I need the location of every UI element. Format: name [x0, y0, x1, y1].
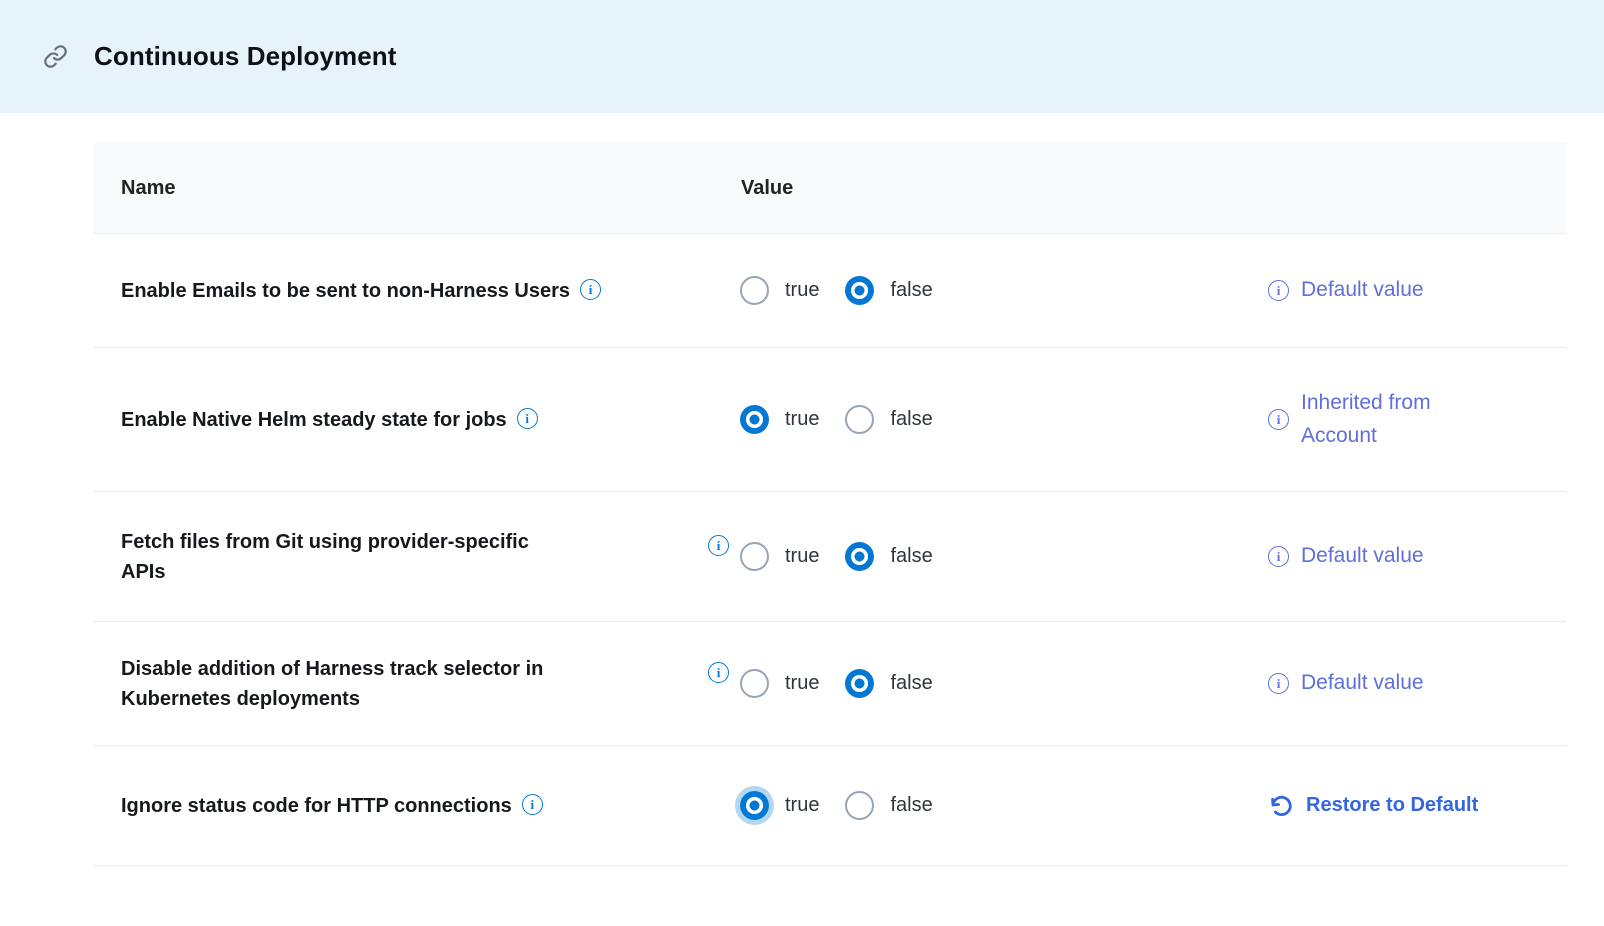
setting-row: Enable Native Helm steady state for jobs… — [93, 347, 1566, 491]
radio-false-label: false — [890, 279, 932, 302]
info-icon[interactable]: i — [522, 794, 543, 815]
radio-true-label: true — [785, 672, 819, 695]
info-icon: i — [1268, 409, 1289, 430]
restore-to-default-button[interactable]: Restore to Default — [1306, 794, 1478, 817]
radio-group: true false — [740, 542, 959, 571]
status-label: Inherited from Account — [1301, 387, 1431, 452]
info-icon: i — [1268, 280, 1289, 301]
radio-circle[interactable] — [740, 791, 769, 820]
radio-false[interactable]: false — [845, 276, 932, 305]
radio-circle[interactable] — [740, 405, 769, 434]
radio-circle[interactable] — [740, 276, 769, 305]
link-icon[interactable] — [42, 44, 68, 70]
radio-false[interactable]: false — [845, 669, 932, 698]
info-icon[interactable]: i — [708, 535, 729, 556]
setting-row: Fetch files from Git using provider-spec… — [93, 491, 1566, 621]
status-label: Default value — [1301, 274, 1424, 307]
settings-page: Continuous Deployment Name Value Enable … — [0, 0, 1604, 926]
setting-label: Enable Native Helm steady state for jobs — [121, 409, 507, 431]
info-icon[interactable]: i — [708, 662, 729, 683]
radio-circle[interactable] — [845, 669, 874, 698]
radio-false-label: false — [890, 672, 932, 695]
section-header: Continuous Deployment — [0, 0, 1604, 113]
setting-row: Disable addition of Harness track select… — [93, 621, 1566, 745]
radio-group: true false — [740, 405, 959, 434]
column-header-value: Value — [708, 177, 1268, 200]
radio-false[interactable]: false — [845, 542, 932, 571]
info-icon[interactable]: i — [517, 408, 538, 429]
radio-true[interactable]: true — [740, 791, 819, 820]
radio-circle[interactable] — [845, 542, 874, 571]
radio-true-label: true — [785, 279, 819, 302]
radio-circle[interactable] — [845, 791, 874, 820]
radio-false[interactable]: false — [845, 405, 932, 434]
page-title: Continuous Deployment — [94, 41, 397, 72]
radio-true[interactable]: true — [740, 405, 819, 434]
setting-row: Enable Emails to be sent to non-Harness … — [93, 233, 1566, 347]
radio-group: true false — [740, 669, 959, 698]
info-icon[interactable]: i — [580, 279, 601, 300]
radio-circle[interactable] — [740, 542, 769, 571]
radio-false-label: false — [890, 545, 932, 568]
radio-group: true false — [740, 791, 959, 820]
radio-true-label: true — [785, 545, 819, 568]
radio-group: true false — [740, 276, 959, 305]
status-label: Default value — [1301, 540, 1424, 573]
setting-label: Disable addition of Harness track select… — [121, 658, 543, 710]
radio-circle[interactable] — [845, 405, 874, 434]
setting-row: Ignore status code for HTTP connections i… — [93, 745, 1566, 865]
info-icon: i — [1268, 546, 1289, 567]
radio-true[interactable]: true — [740, 276, 819, 305]
settings-table: Name Value Enable Emails to be sent to n… — [93, 143, 1566, 866]
setting-label: Enable Emails to be sent to non-Harness … — [121, 280, 570, 302]
radio-false-label: false — [890, 408, 932, 431]
radio-true[interactable]: true — [740, 669, 819, 698]
radio-false[interactable]: false — [845, 791, 932, 820]
setting-label: Ignore status code for HTTP connections — [121, 795, 512, 817]
table-header-row: Name Value — [93, 143, 1566, 233]
radio-true-label: true — [785, 408, 819, 431]
radio-false-label: false — [890, 794, 932, 817]
radio-true[interactable]: true — [740, 542, 819, 571]
radio-circle[interactable] — [845, 276, 874, 305]
setting-label: Fetch files from Git using provider-spec… — [121, 531, 529, 583]
radio-circle[interactable] — [740, 669, 769, 698]
info-icon: i — [1268, 673, 1289, 694]
column-header-name: Name — [93, 177, 708, 200]
radio-true-label: true — [785, 794, 819, 817]
restore-icon[interactable] — [1268, 793, 1294, 819]
status-label: Default value — [1301, 667, 1424, 700]
